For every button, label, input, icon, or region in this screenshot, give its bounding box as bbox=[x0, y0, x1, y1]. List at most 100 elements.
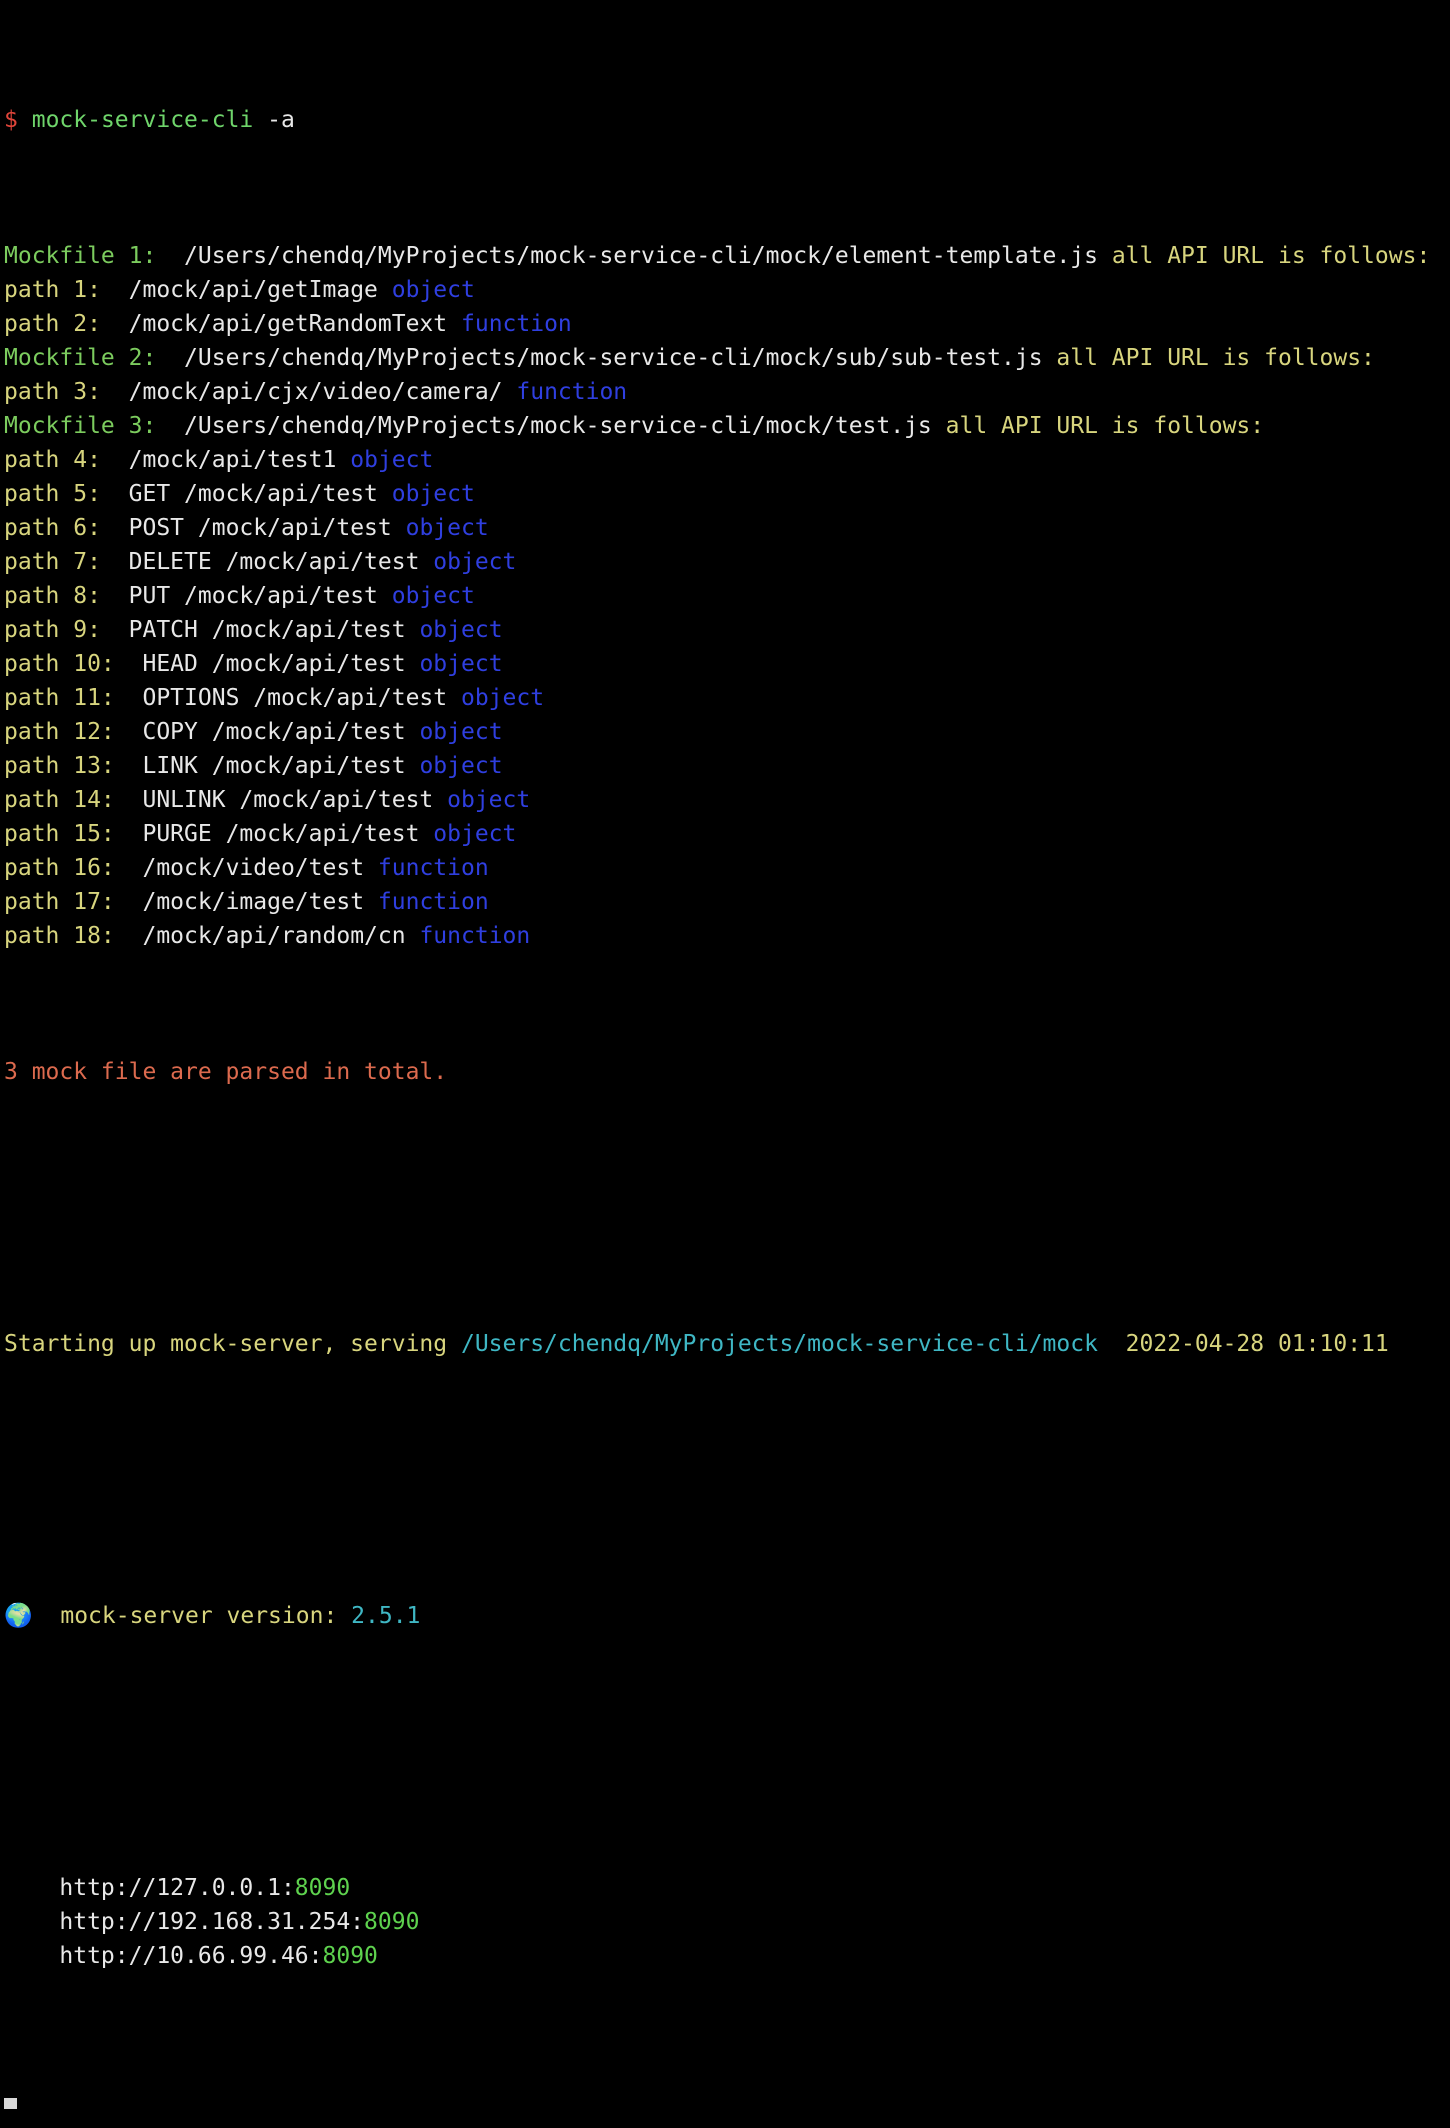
path-type: function bbox=[516, 379, 628, 405]
version-label: mock-server version: bbox=[60, 1603, 338, 1629]
path-label: path 13: bbox=[4, 753, 115, 779]
path-type: object bbox=[405, 515, 489, 541]
path-row: path 5: GET /mock/api/test object bbox=[4, 477, 1450, 511]
path-type: object bbox=[350, 447, 434, 473]
path-row: path 4: /mock/api/test1 object bbox=[4, 443, 1450, 477]
path-pad bbox=[115, 685, 143, 711]
path-url: PATCH /mock/api/test bbox=[128, 617, 406, 643]
url-port: 8090 bbox=[364, 1909, 420, 1935]
command-name: mock-service-cli bbox=[31, 107, 254, 133]
path-url: LINK /mock/api/test bbox=[142, 753, 406, 779]
path-row: path 12: COPY /mock/api/test object bbox=[4, 715, 1450, 749]
path-type: function bbox=[461, 311, 572, 337]
path-label: path 12: bbox=[4, 719, 115, 745]
path-label: path 11: bbox=[4, 685, 115, 711]
path-row: path 11: OPTIONS /mock/api/test object bbox=[4, 681, 1450, 715]
mock-file-list: Mockfile 1: /Users/chendq/MyProjects/moc… bbox=[4, 239, 1450, 953]
url-port: 8090 bbox=[322, 1943, 378, 1969]
path-pad bbox=[115, 821, 143, 847]
path-pad bbox=[115, 855, 143, 881]
cursor-line bbox=[4, 2075, 1450, 2109]
path-row: path 10: HEAD /mock/api/test object bbox=[4, 647, 1450, 681]
path-pad bbox=[101, 583, 129, 609]
path-row: path 9: PATCH /mock/api/test object bbox=[4, 613, 1450, 647]
path-row: path 15: PURGE /mock/api/test object bbox=[4, 817, 1450, 851]
path-label: path 4: bbox=[4, 447, 101, 473]
path-url: OPTIONS /mock/api/test bbox=[142, 685, 448, 711]
path-label: path 10: bbox=[4, 651, 115, 677]
path-label: path 14: bbox=[4, 787, 115, 813]
prompt-line: $ mock-service-cli -a bbox=[4, 103, 1450, 137]
server-url[interactable]: http://10.66.99.46:8090 bbox=[4, 1939, 1450, 1973]
server-url-list: http://127.0.0.1:8090 http://192.168.31.… bbox=[4, 1871, 1450, 1973]
path-type: function bbox=[377, 855, 489, 881]
path-type: function bbox=[419, 923, 531, 949]
path-type: object bbox=[419, 617, 503, 643]
path-pad bbox=[101, 617, 129, 643]
url-host: http://192.168.31.254: bbox=[59, 1909, 365, 1935]
path-type: object bbox=[391, 277, 475, 303]
path-type: object bbox=[391, 481, 475, 507]
mockfile-label: Mockfile 3: bbox=[4, 413, 157, 439]
path-type: object bbox=[460, 685, 545, 711]
path-label: path 15: bbox=[4, 821, 115, 847]
version-value: 2.5.1 bbox=[351, 1603, 421, 1629]
path-url: /mock/image/test bbox=[142, 889, 365, 915]
path-pad bbox=[101, 277, 129, 303]
path-type: object bbox=[419, 651, 503, 677]
server-url[interactable]: http://192.168.31.254:8090 bbox=[4, 1905, 1450, 1939]
path-url: /mock/api/random/cn bbox=[142, 923, 406, 949]
path-row: path 14: UNLINK /mock/api/test object bbox=[4, 783, 1450, 817]
path-url: PURGE /mock/api/test bbox=[142, 821, 420, 847]
mockfile-label: Mockfile 1: bbox=[4, 243, 157, 269]
path-label: path 8: bbox=[4, 583, 101, 609]
path-label: path 18: bbox=[4, 923, 115, 949]
mockfile-header: Mockfile 1: /Users/chendq/MyProjects/moc… bbox=[4, 239, 1450, 273]
path-pad bbox=[115, 651, 143, 677]
path-pad bbox=[101, 447, 129, 473]
mockfile-suffix: all API URL is follows: bbox=[1111, 243, 1431, 269]
path-type: object bbox=[433, 821, 517, 847]
startup-prefix: Starting up mock-server, serving bbox=[4, 1331, 448, 1357]
terminal-cursor bbox=[4, 2098, 17, 2109]
path-row: path 6: POST /mock/api/test object bbox=[4, 511, 1450, 545]
path-url: POST /mock/api/test bbox=[128, 515, 392, 541]
path-pad bbox=[101, 481, 129, 507]
path-type: object bbox=[447, 787, 531, 813]
path-row: path 7: DELETE /mock/api/test object bbox=[4, 545, 1450, 579]
summary-line: 3 mock file are parsed in total. bbox=[4, 1059, 448, 1085]
path-row: path 3: /mock/api/cjx/video/camera/ func… bbox=[4, 375, 1450, 409]
path-url: COPY /mock/api/test bbox=[142, 719, 406, 745]
path-url: PUT /mock/api/test bbox=[128, 583, 378, 609]
path-pad bbox=[115, 753, 143, 779]
path-type: object bbox=[419, 719, 503, 745]
mockfile-path: /Users/chendq/MyProjects/mock-service-cl… bbox=[184, 345, 1043, 371]
url-port: 8090 bbox=[294, 1875, 351, 1901]
path-pad bbox=[101, 379, 129, 405]
serving-path: /Users/chendq/MyProjects/mock-service-cl… bbox=[460, 1331, 1098, 1357]
path-type: function bbox=[377, 889, 489, 915]
path-label: path 9: bbox=[4, 617, 101, 643]
path-row: path 1: /mock/api/getImage object bbox=[4, 273, 1450, 307]
mockfile-path: /Users/chendq/MyProjects/mock-service-cl… bbox=[184, 413, 932, 439]
path-url: /mock/api/getRandomText bbox=[128, 311, 448, 337]
path-url: DELETE /mock/api/test bbox=[128, 549, 420, 575]
server-url[interactable]: http://127.0.0.1:8090 bbox=[4, 1871, 1450, 1905]
path-url: /mock/api/test1 bbox=[128, 447, 337, 473]
path-pad bbox=[115, 889, 143, 915]
url-host: http://127.0.0.1: bbox=[59, 1875, 295, 1901]
prompt-symbol: $ bbox=[4, 107, 18, 133]
path-label: path 6: bbox=[4, 515, 101, 541]
path-pad bbox=[101, 515, 129, 541]
mockfile-label: Mockfile 2: bbox=[4, 345, 157, 371]
path-label: path 1: bbox=[4, 277, 101, 303]
terminal-output[interactable]: $ mock-service-cli -a Mockfile 1: /Users… bbox=[4, 1, 1450, 2128]
path-row: path 2: /mock/api/getRandomText function bbox=[4, 307, 1450, 341]
globe-icon: 🌍 bbox=[4, 1603, 33, 1629]
path-row: path 8: PUT /mock/api/test object bbox=[4, 579, 1450, 613]
path-label: path 2: bbox=[4, 311, 101, 337]
url-host: http://10.66.99.46: bbox=[59, 1943, 323, 1969]
